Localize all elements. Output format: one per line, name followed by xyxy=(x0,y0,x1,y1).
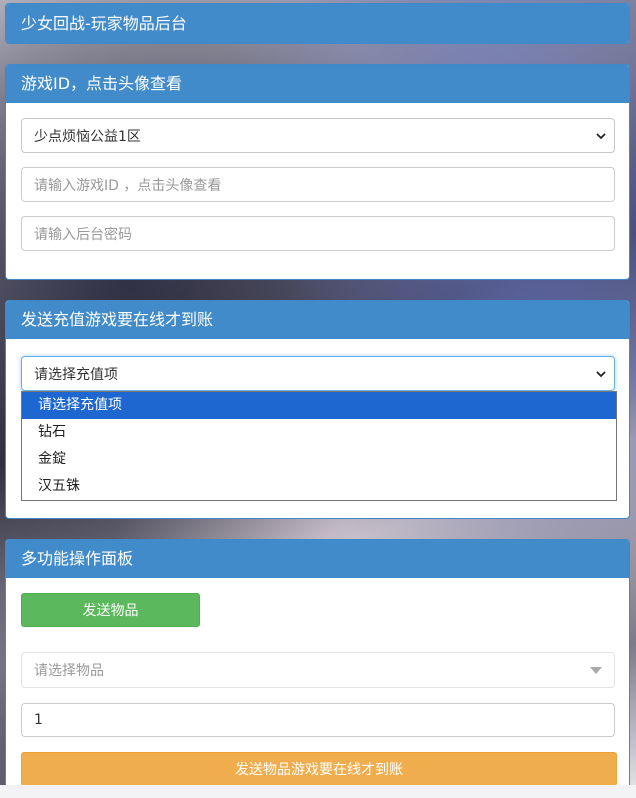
recharge-option[interactable]: 请选择充值项 xyxy=(22,392,616,419)
item-select-placeholder: 请选择物品 xyxy=(34,663,104,679)
game-id-input-placeholder: 请输入游戏ID ，点击头像查看 xyxy=(34,177,222,194)
page-title: 少女回战-玩家物品后台 xyxy=(6,4,629,43)
operation-panel-title: 多功能操作面板 xyxy=(6,540,629,578)
server-select-value: 少点烦恼公益1区 xyxy=(34,128,141,145)
quantity-input[interactable]: 1 xyxy=(21,703,615,737)
recharge-dropdown-list: 请选择充值项 钻石 金錠 汉五铢 xyxy=(21,391,617,501)
server-select[interactable]: 少点烦恼公益1区 xyxy=(21,118,615,153)
game-id-panel-title: 游戏ID，点击头像查看 xyxy=(6,65,629,103)
recharge-option[interactable]: 钻石 xyxy=(22,419,616,446)
send-item-button[interactable]: 发送物品 xyxy=(21,593,200,627)
item-select[interactable]: 请选择物品 xyxy=(21,652,615,688)
recharge-select-value: 请选择充值项 xyxy=(34,366,118,383)
submit-send-button[interactable]: 发送物品游戏要在线才到账 xyxy=(21,752,617,786)
operation-panel: 多功能操作面板 发送物品 请选择物品 1 发送物品游戏要在线才到账 xyxy=(5,539,630,798)
recharge-option[interactable]: 汉五铢 xyxy=(22,473,616,500)
recharge-panel-title: 发送充值游戏要在线才到账 xyxy=(6,301,629,339)
bottom-strip xyxy=(0,785,636,798)
password-input-placeholder: 请输入后台密码 xyxy=(34,226,132,243)
caret-down-icon xyxy=(590,667,602,674)
game-id-input[interactable]: 请输入游戏ID ，点击头像查看 xyxy=(21,167,615,202)
quantity-input-value: 1 xyxy=(34,712,43,728)
game-id-panel: 游戏ID，点击头像查看 少点烦恼公益1区 请输入游戏ID ，点击头像查看 请输入… xyxy=(5,64,630,280)
recharge-select[interactable]: 请选择充值项 xyxy=(21,356,615,391)
header-panel: 少女回战-玩家物品后台 xyxy=(5,3,630,44)
chevron-down-icon xyxy=(594,129,608,143)
recharge-option[interactable]: 金錠 xyxy=(22,446,616,473)
password-input[interactable]: 请输入后台密码 xyxy=(21,216,615,251)
recharge-panel: 发送充值游戏要在线才到账 请选择充值项 请选择充值项 钻石 金錠 汉五铢 xyxy=(5,300,630,519)
chevron-down-icon xyxy=(594,367,608,381)
